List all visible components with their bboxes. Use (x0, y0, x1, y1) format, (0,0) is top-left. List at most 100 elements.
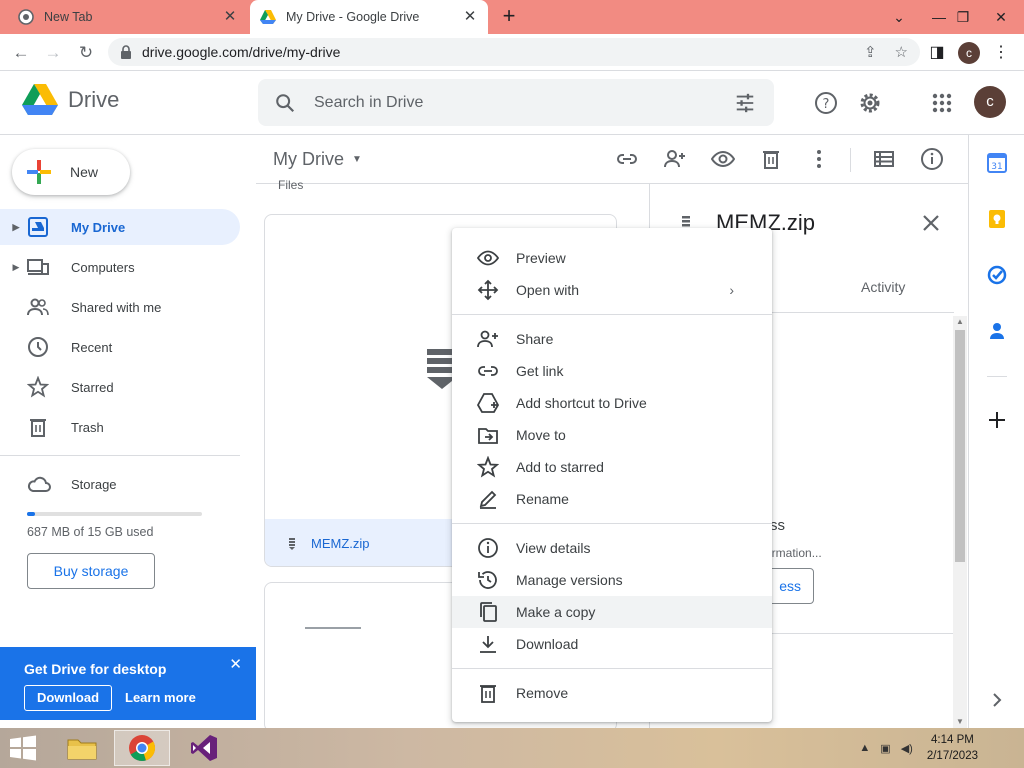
search-icon[interactable] (274, 92, 296, 114)
menu-item-open-with[interactable]: Open with › (452, 274, 772, 306)
taskbar-chrome[interactable] (114, 730, 170, 766)
star-icon (27, 376, 49, 398)
taskbar-file-explorer[interactable] (54, 730, 110, 766)
link-icon (478, 366, 498, 376)
bookmark-star-icon[interactable]: ☆ (895, 43, 908, 61)
more-vert-icon[interactable] (807, 147, 831, 171)
context-menu: Preview Open with › Share Get link Add s… (452, 228, 772, 722)
menu-item-share[interactable]: Share (452, 323, 772, 355)
details-scrollbar[interactable]: ▲ ▼ (953, 316, 967, 728)
menu-item-add-to-starred[interactable]: Add to starred (452, 451, 772, 483)
menu-item-label: Remove (516, 685, 569, 701)
list-view-icon[interactable] (872, 147, 896, 171)
menu-item-make-a-copy[interactable]: Make a copy (452, 596, 772, 628)
back-arrow-icon[interactable]: ← (8, 40, 34, 66)
storage-usage-text: 687 MB of 15 GB used (27, 525, 154, 539)
restore-icon[interactable]: ❐ (946, 0, 980, 34)
new-button[interactable]: New (12, 149, 130, 195)
new-button-label: New (70, 164, 99, 180)
close-window-icon[interactable]: ✕ (984, 0, 1018, 34)
help-icon[interactable]: ? (813, 90, 839, 116)
page-title-dropdown[interactable]: My Drive ▼ (273, 149, 362, 170)
menu-item-view-details[interactable]: View details (452, 532, 772, 564)
apps-grid-icon[interactable] (929, 90, 955, 116)
expand-caret-icon[interactable]: ▶ (9, 262, 23, 273)
chevron-right-icon[interactable] (987, 690, 1007, 710)
sidebar-item-storage[interactable]: Storage (27, 474, 117, 494)
clock-icon (28, 337, 48, 357)
menu-item-move-to[interactable]: Move to (452, 419, 772, 451)
scroll-up-icon[interactable]: ▲ (956, 317, 964, 326)
taskbar-visual-studio[interactable] (176, 730, 232, 766)
sidebar-item-my-drive[interactable]: ▶ My Drive (0, 209, 240, 245)
forward-arrow-icon[interactable]: → (40, 40, 66, 66)
browser-tab-strip: New Tab ✕ My Drive - Google Drive ✕ + ⌄ … (0, 0, 1024, 34)
promo-learn-more-link[interactable]: Learn more (125, 690, 196, 705)
close-tab-icon[interactable]: ✕ (462, 9, 478, 25)
dropdown-arrow-icon: ▼ (352, 154, 362, 165)
sidebar-item-recent[interactable]: Recent (0, 329, 240, 365)
contacts-icon[interactable] (987, 321, 1007, 341)
search-bar[interactable]: Search in Drive (258, 79, 774, 126)
calendar-icon[interactable]: 31 (987, 153, 1007, 173)
info-icon (478, 538, 498, 558)
expand-caret-icon[interactable]: ▶ (9, 222, 23, 233)
tab-activity[interactable]: Activity (861, 279, 905, 295)
settings-gear-icon[interactable] (857, 90, 883, 116)
sidebar-item-shared-with-me[interactable]: Shared with me (0, 289, 240, 325)
person-add-icon[interactable] (663, 147, 687, 171)
account-avatar[interactable]: c (974, 86, 1006, 118)
side-panel-icon[interactable]: ◨ (926, 42, 948, 64)
tab-new-tab[interactable]: New Tab ✕ (8, 0, 248, 34)
pencil-icon (479, 490, 497, 509)
sidebar-item-starred[interactable]: Starred (0, 369, 240, 405)
close-tab-icon[interactable]: ✕ (222, 9, 238, 25)
menu-item-manage-versions[interactable]: Manage versions (452, 564, 772, 596)
copy-icon (480, 602, 497, 622)
menu-item-rename[interactable]: Rename (452, 483, 772, 515)
menu-kebab-icon[interactable]: ⋮ (990, 42, 1012, 64)
share-page-icon[interactable]: ⇪ (864, 43, 877, 61)
volume-icon[interactable]: ◀) (901, 742, 913, 755)
scrollbar-thumb[interactable] (955, 330, 965, 562)
menu-item-label: Manage versions (516, 572, 623, 588)
drive-logo[interactable]: Drive (22, 84, 119, 116)
tab-my-drive[interactable]: My Drive - Google Drive ✕ (250, 0, 488, 34)
address-bar[interactable]: drive.google.com/drive/my-drive ⇪ ☆ (108, 38, 920, 66)
info-icon[interactable] (920, 147, 944, 171)
menu-item-get-link[interactable]: Get link (452, 355, 772, 387)
menu-item-label: View details (516, 540, 591, 556)
close-icon[interactable]: ✕ (229, 655, 242, 673)
network-icon[interactable]: ▣ (880, 742, 890, 755)
link-icon[interactable] (615, 147, 639, 171)
promo-download-button[interactable]: Download (24, 685, 112, 711)
scroll-down-icon[interactable]: ▼ (956, 717, 964, 726)
eye-icon[interactable] (711, 147, 735, 171)
profile-avatar[interactable]: c (958, 42, 980, 64)
menu-item-label: Get link (516, 363, 564, 379)
menu-item-label: Add to starred (516, 459, 604, 475)
reload-icon[interactable]: ↻ (73, 40, 99, 66)
trash-icon[interactable] (759, 147, 783, 171)
keep-icon[interactable] (987, 209, 1007, 229)
windows-start-icon[interactable] (8, 734, 38, 762)
sidebar-item-computers[interactable]: ▶ Computers (0, 249, 240, 285)
menu-item-add-shortcut[interactable]: Add shortcut to Drive (452, 387, 772, 419)
close-icon[interactable] (920, 212, 942, 234)
search-input[interactable]: Search in Drive (314, 94, 423, 112)
tasks-icon[interactable] (987, 265, 1007, 285)
menu-item-preview[interactable]: Preview (452, 242, 772, 274)
add-plus-icon[interactable] (987, 410, 1007, 430)
menu-item-download[interactable]: Download (452, 628, 772, 660)
show-hidden-icons-icon[interactable]: ▲ (859, 742, 870, 754)
sidebar-item-trash[interactable]: Trash (0, 409, 240, 445)
menu-item-remove[interactable]: Remove (452, 677, 772, 709)
buy-storage-button[interactable]: Buy storage (27, 553, 155, 589)
clock[interactable]: 4:14 PM 2/17/2023 (927, 732, 978, 764)
tab-search-chevron-icon[interactable]: ⌄ (882, 0, 916, 34)
search-options-icon[interactable] (734, 92, 756, 114)
new-tab-button[interactable]: + (497, 5, 521, 29)
sidebar-item-label: Trash (71, 419, 104, 435)
trash-icon (480, 685, 496, 703)
desktop-promo-banner: Get Drive for desktop ✕ Download Learn m… (0, 647, 256, 720)
